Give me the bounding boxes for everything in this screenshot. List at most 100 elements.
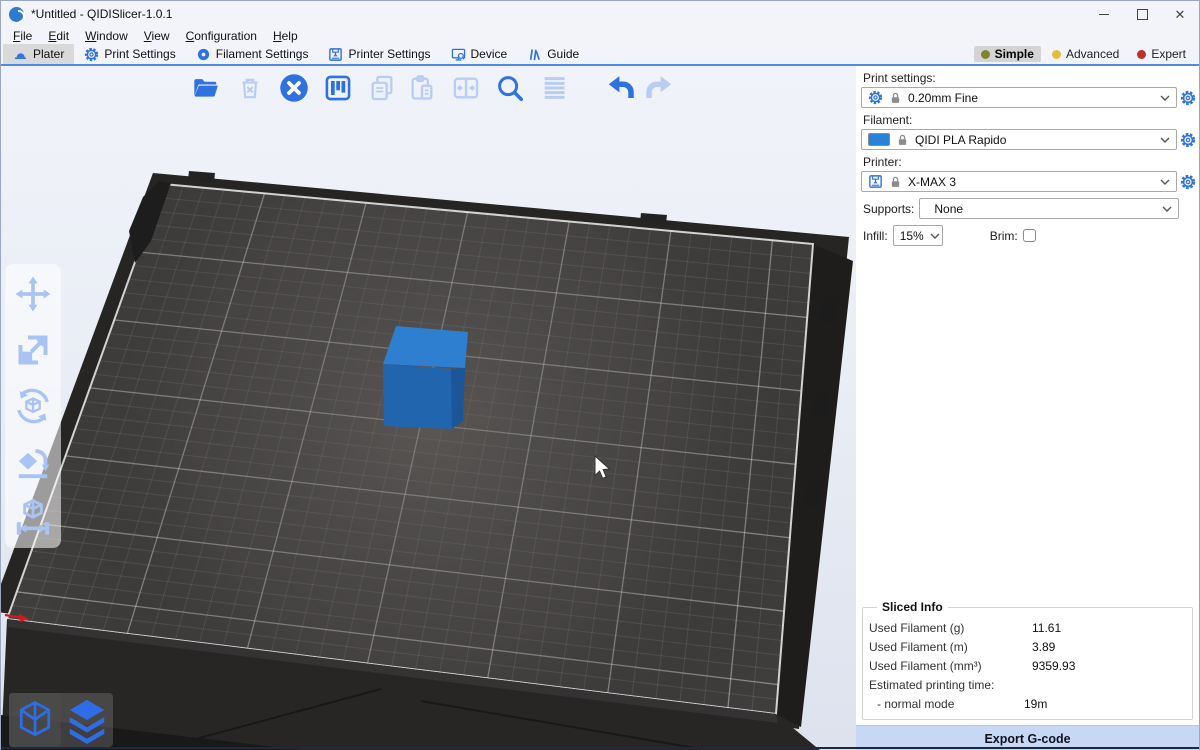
window-controls: ✕	[1085, 1, 1199, 27]
sliced-info-row: Used Filament (mm³) 9359.93	[869, 656, 1186, 675]
preview-view-button[interactable]	[61, 693, 113, 747]
settings-sidebar: Print settings: 0.20mm Fine Filament: QI…	[856, 66, 1199, 750]
gear-icon	[868, 90, 883, 105]
window-bottom-border	[1, 747, 1199, 749]
menu-file[interactable]: File	[5, 29, 40, 43]
print-settings-combo[interactable]: 0.20mm Fine	[861, 87, 1177, 108]
qidislicer-window: *Untitled - QIDISlicer-1.0.1 ✕ File Edit…	[0, 0, 1200, 750]
cube-view-icon	[13, 697, 57, 743]
open-button[interactable]	[189, 71, 222, 104]
printer-combo[interactable]: X-MAX 3	[861, 171, 1177, 192]
tab-print-settings[interactable]: Print Settings	[74, 44, 185, 64]
printer-gear-button[interactable]	[1179, 173, 1197, 191]
sliced-info-row: Estimated printing time:	[869, 675, 1186, 694]
print-settings-value: 0.20mm Fine	[908, 91, 978, 105]
menu-edit[interactable]: Edit	[40, 29, 77, 43]
gear-icon	[84, 47, 99, 62]
advanced-dot-icon	[1052, 50, 1061, 59]
menubar: File Edit Window View Configuration Help	[1, 27, 1199, 44]
expert-dot-icon	[1137, 50, 1146, 59]
tabbar: Plater Print Settings Filament Settings …	[1, 44, 1199, 66]
filament-gear-button[interactable]	[1179, 131, 1197, 149]
printer-icon	[868, 174, 883, 189]
delete-button[interactable]	[233, 71, 266, 104]
delete-all-button[interactable]	[277, 71, 310, 104]
infill-label: Infill:	[863, 229, 888, 243]
printer-value: X-MAX 3	[908, 175, 956, 189]
chevron-down-icon	[930, 233, 940, 239]
model-cube[interactable]	[383, 326, 468, 429]
arrange-button[interactable]	[321, 71, 354, 104]
simple-dot-icon	[981, 50, 990, 59]
rotate-tool-button[interactable]	[11, 384, 55, 428]
3d-editor-view-button[interactable]	[9, 693, 61, 747]
sliced-info-row: Used Filament (m) 3.89	[869, 637, 1186, 656]
chevron-down-icon	[1162, 206, 1172, 212]
supports-combo[interactable]: None	[919, 198, 1179, 219]
guide-icon	[527, 47, 542, 62]
infill-value: 15%	[900, 229, 924, 243]
tab-plater[interactable]: Plater	[3, 44, 74, 64]
redo-button[interactable]	[643, 71, 676, 104]
brim-checkbox[interactable]	[1023, 229, 1036, 242]
menu-configuration[interactable]: Configuration	[178, 29, 265, 43]
layers-view-icon	[64, 696, 110, 744]
move-tool-button[interactable]	[11, 272, 55, 316]
plater-toolbar	[189, 71, 676, 104]
gizmo-toolbar	[5, 264, 61, 548]
search-button[interactable]	[493, 71, 526, 104]
place-on-face-tool-button[interactable]	[11, 440, 55, 484]
sliced-info-panel: Sliced Info Used Filament (g) 11.61 Used…	[862, 607, 1193, 720]
lock-icon	[896, 133, 909, 147]
infill-combo[interactable]: 15%	[893, 225, 943, 246]
supports-value: None	[926, 202, 963, 216]
filament-combo[interactable]: QIDI PLA Rapido	[861, 129, 1177, 150]
mode-switcher: Simple Advanced Expert	[974, 44, 1199, 64]
mode-simple[interactable]: Simple	[974, 46, 1041, 62]
mode-advanced[interactable]: Advanced	[1045, 46, 1126, 62]
menu-window[interactable]: Window	[77, 29, 136, 43]
filament-icon	[196, 47, 211, 62]
variable-layer-height-button[interactable]	[537, 71, 570, 104]
sliced-info-row: - normal mode 19m	[869, 694, 1186, 713]
sliced-info-row: Used Filament (g) 11.61	[869, 618, 1186, 637]
titlebar: *Untitled - QIDISlicer-1.0.1 ✕	[1, 1, 1199, 27]
lock-icon	[889, 91, 902, 105]
sliced-info-title: Sliced Info	[877, 600, 948, 614]
mode-expert[interactable]: Expert	[1130, 46, 1193, 62]
maximize-button[interactable]	[1123, 1, 1161, 27]
printer-label: Printer:	[863, 155, 1192, 169]
3d-viewport[interactable]	[1, 66, 856, 750]
tab-device[interactable]: Device	[441, 44, 518, 64]
menu-view[interactable]: View	[136, 29, 178, 43]
close-button[interactable]: ✕	[1161, 1, 1199, 27]
device-icon	[451, 47, 466, 62]
printer-icon	[328, 47, 343, 62]
filament-label: Filament:	[863, 113, 1192, 127]
filament-color-swatch	[868, 133, 890, 146]
lock-icon	[889, 175, 902, 189]
scale-tool-button[interactable]	[11, 328, 55, 372]
undo-button[interactable]	[603, 71, 636, 104]
chevron-down-icon	[1160, 95, 1170, 101]
brim-label: Brim:	[990, 229, 1018, 243]
chevron-down-icon	[1160, 179, 1170, 185]
split-objects-button[interactable]	[449, 71, 482, 104]
tab-guide[interactable]: Guide	[517, 44, 589, 64]
supports-label: Supports:	[863, 202, 914, 216]
print-settings-gear-button[interactable]	[1179, 89, 1197, 107]
tab-filament-settings[interactable]: Filament Settings	[186, 44, 319, 64]
measure-tool-button[interactable]	[11, 496, 55, 540]
window-title: *Untitled - QIDISlicer-1.0.1	[31, 7, 172, 21]
minimize-button[interactable]	[1085, 1, 1123, 27]
tab-printer-settings[interactable]: Printer Settings	[318, 44, 440, 64]
menu-help[interactable]: Help	[265, 29, 306, 43]
build-plate-scene	[1, 66, 856, 750]
copy-button[interactable]	[365, 71, 398, 104]
filament-value: QIDI PLA Rapido	[915, 133, 1006, 147]
paste-button[interactable]	[405, 71, 438, 104]
print-settings-label: Print settings:	[863, 71, 1192, 85]
chevron-down-icon	[1160, 137, 1170, 143]
plater-icon	[13, 47, 28, 62]
app-logo-icon	[9, 7, 24, 22]
